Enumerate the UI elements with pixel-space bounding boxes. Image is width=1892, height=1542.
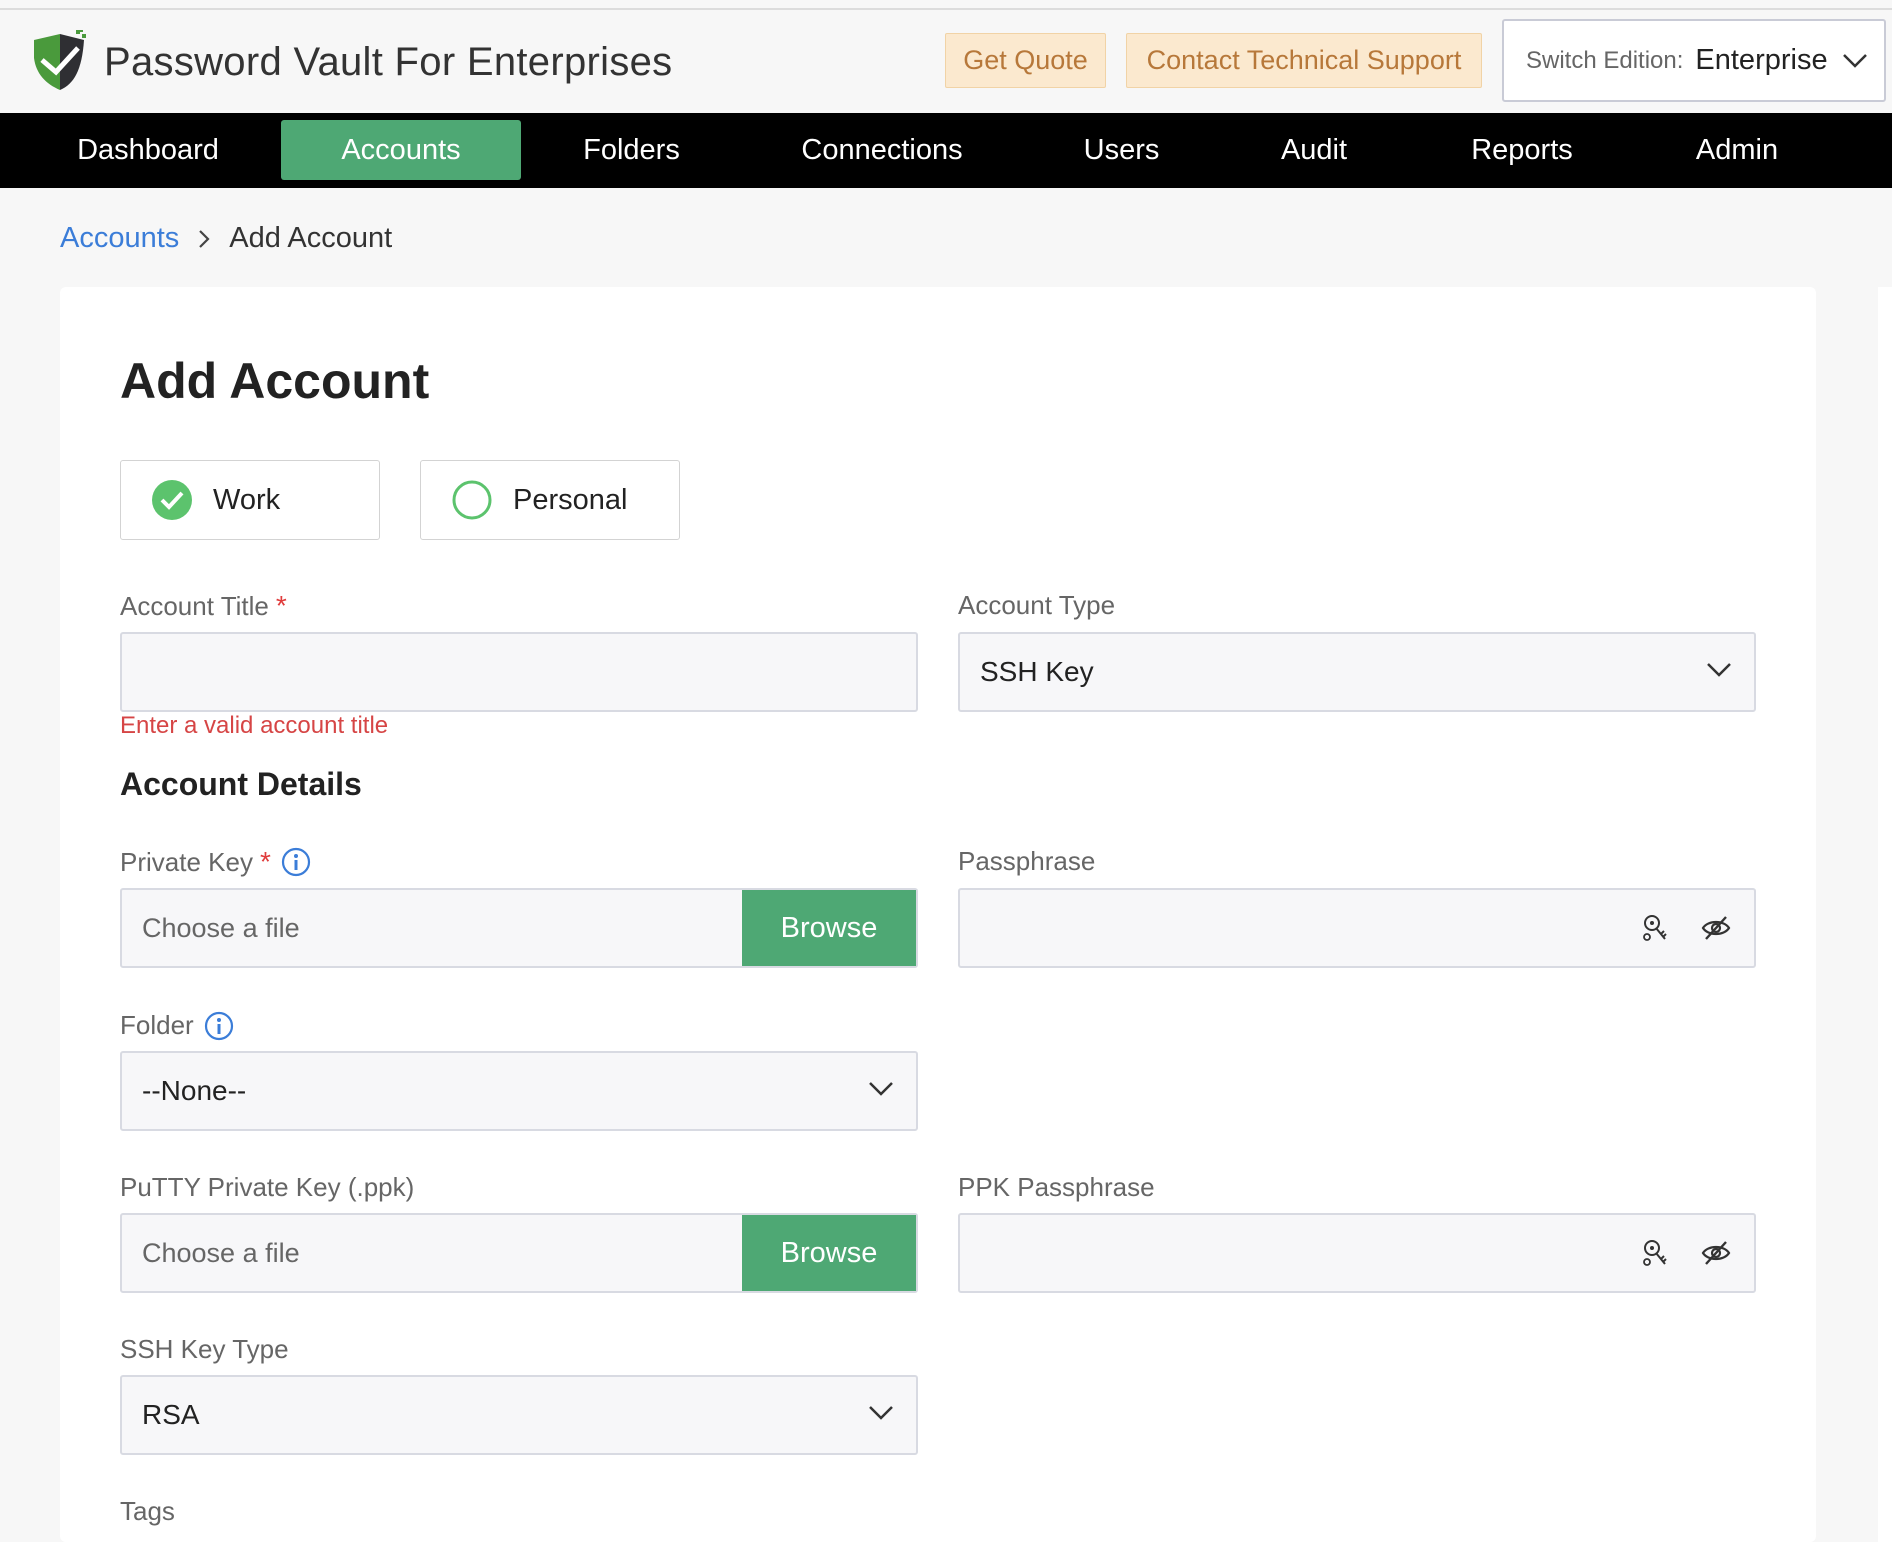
ppk-passphrase-input[interactable] — [958, 1213, 1756, 1293]
key-generator-icon[interactable] — [1640, 1237, 1672, 1269]
folder-label: Folder — [120, 1010, 234, 1041]
private-key-label-text: Private Key — [120, 846, 253, 877]
nav-audit[interactable]: Audit — [1254, 120, 1374, 180]
shield-logo-icon — [30, 29, 88, 98]
passphrase-label: Passphrase — [958, 846, 1096, 876]
chevron-right-icon — [197, 228, 211, 250]
account-title-label-text: Account Title — [120, 590, 269, 621]
nav-connections[interactable]: Connections — [780, 120, 984, 180]
side-panel-edge — [1878, 287, 1892, 1542]
chevron-down-icon — [869, 1406, 893, 1420]
account-type-select[interactable]: SSH Key — [958, 632, 1756, 712]
private-key-browse-button[interactable]: Browse — [742, 890, 916, 966]
ppk-passphrase-label: PPK Passphrase — [958, 1172, 1155, 1202]
required-mark: * — [259, 846, 271, 877]
edition-label: Switch Edition: — [1526, 46, 1684, 74]
private-key-file-text[interactable]: Choose a file — [122, 890, 742, 966]
folder-label-text: Folder — [120, 1010, 194, 1040]
switch-edition-dropdown[interactable]: Switch Edition: Enterprise — [1502, 19, 1886, 102]
page-title: Add Account — [120, 353, 430, 409]
nav-admin[interactable]: Admin — [1682, 120, 1792, 180]
account-type-label: Account Type — [958, 590, 1116, 620]
nav-users[interactable]: Users — [1064, 120, 1179, 180]
info-icon[interactable] — [204, 1011, 234, 1041]
breadcrumb: Accounts Add Account — [60, 222, 392, 255]
private-key-file-input: Choose a file Browse — [120, 888, 918, 968]
chevron-down-icon — [1707, 663, 1731, 677]
app-title: Password Vault For Enterprises — [104, 40, 673, 84]
account-details-heading: Account Details — [120, 766, 362, 802]
private-key-label: Private Key * — [120, 846, 311, 878]
eye-slash-icon[interactable] — [1700, 1237, 1732, 1269]
ssh-key-type-value: RSA — [142, 1399, 200, 1430]
account-title-label: Account Title * — [120, 590, 287, 622]
ownership-work-option[interactable]: Work — [120, 460, 380, 540]
putty-key-file-input: Choose a file Browse — [120, 1213, 918, 1293]
folder-select[interactable]: --None-- — [120, 1051, 918, 1131]
account-title-error: Enter a valid account title — [120, 712, 389, 739]
ownership-work-label: Work — [213, 483, 281, 516]
key-generator-icon[interactable] — [1640, 912, 1672, 944]
folder-value: --None-- — [142, 1075, 247, 1106]
main-nav: Dashboard Accounts Folders Connections U… — [0, 113, 1892, 188]
ssh-key-type-select[interactable]: RSA — [120, 1375, 918, 1455]
contact-support-button[interactable]: Contact Technical Support — [1126, 33, 1482, 88]
nav-reports[interactable]: Reports — [1454, 120, 1590, 180]
tags-label: Tags — [120, 1496, 175, 1526]
putty-key-browse-button[interactable]: Browse — [742, 1215, 916, 1291]
chevron-down-icon — [869, 1082, 893, 1096]
passphrase-input[interactable] — [958, 888, 1756, 968]
breadcrumb-current: Add Account — [229, 222, 393, 254]
app-header: Password Vault For Enterprises Get Quote… — [0, 10, 1892, 113]
nav-accounts[interactable]: Accounts — [281, 120, 521, 180]
ownership-personal-option[interactable]: Personal — [420, 460, 680, 540]
nav-folders[interactable]: Folders — [560, 120, 703, 180]
required-mark: * — [275, 590, 287, 621]
ssh-key-type-label: SSH Key Type — [120, 1334, 289, 1364]
get-quote-button[interactable]: Get Quote — [945, 33, 1106, 88]
breadcrumb-accounts-link[interactable]: Accounts — [60, 222, 179, 255]
info-icon[interactable] — [281, 847, 311, 877]
eye-slash-icon[interactable] — [1700, 912, 1732, 944]
ownership-personal-label: Personal — [513, 483, 628, 516]
top-border — [0, 0, 1892, 10]
chevron-down-icon — [1842, 53, 1867, 68]
account-type-value: SSH Key — [980, 656, 1094, 687]
radio-empty-icon — [451, 479, 493, 521]
putty-key-file-text[interactable]: Choose a file — [122, 1215, 742, 1291]
edition-value: Enterprise — [1695, 44, 1828, 76]
nav-dashboard[interactable]: Dashboard — [60, 120, 236, 180]
account-title-input[interactable] — [120, 632, 918, 712]
check-circle-icon — [151, 479, 193, 521]
putty-key-label: PuTTY Private Key (.ppk) — [120, 1172, 415, 1202]
